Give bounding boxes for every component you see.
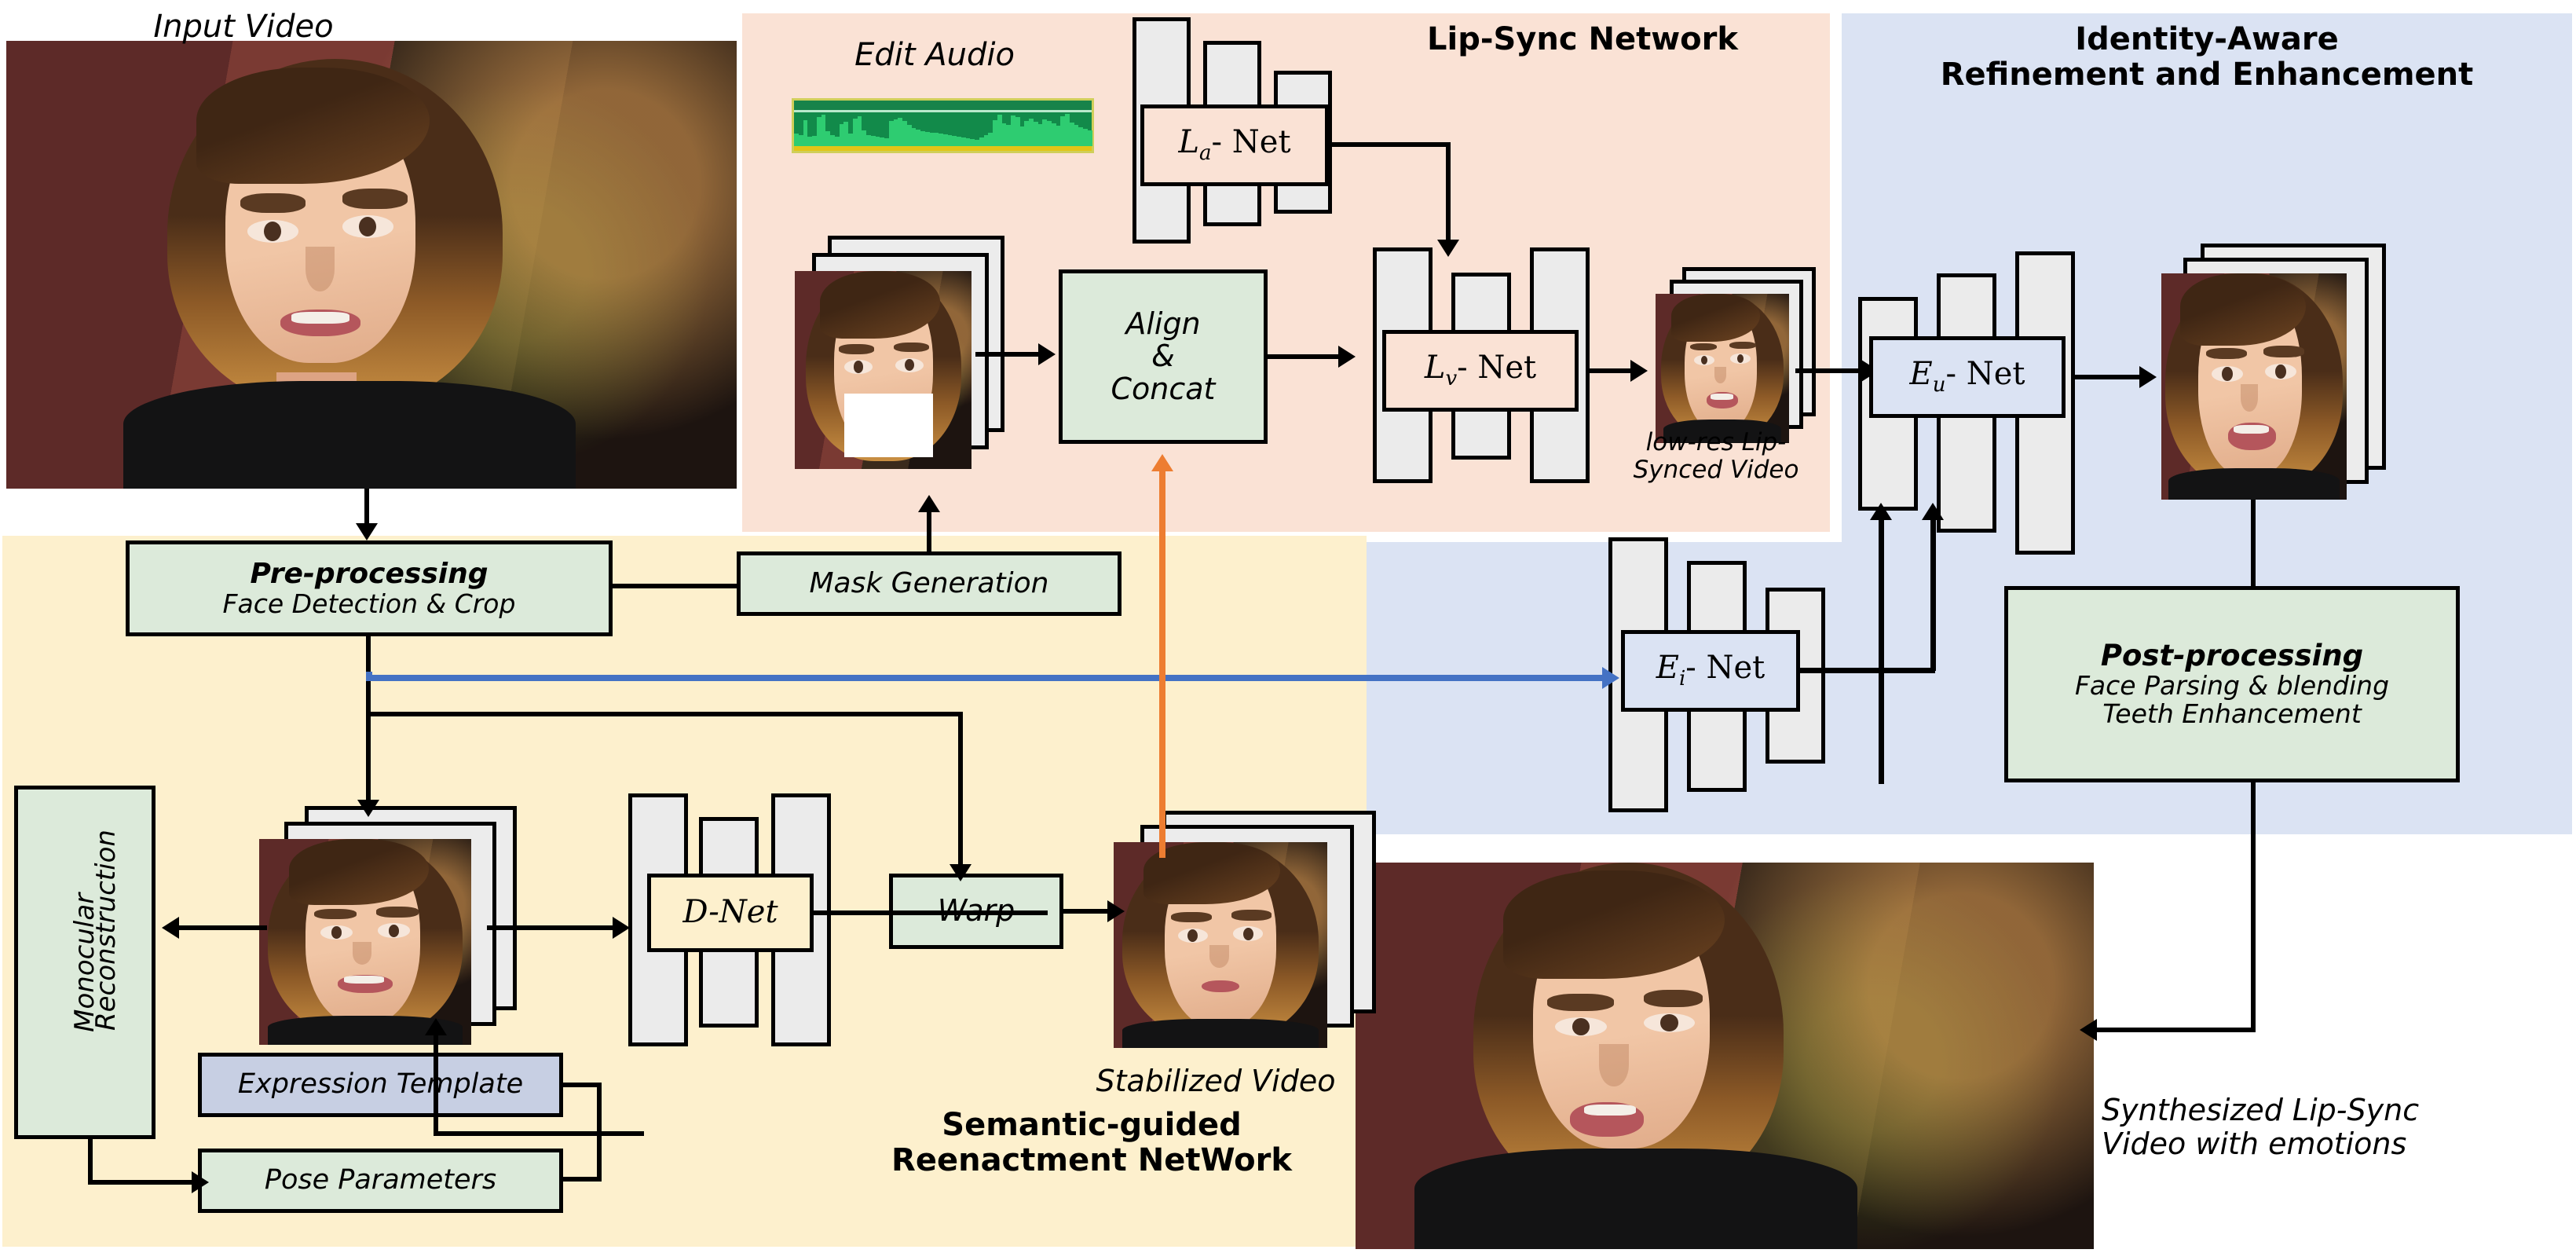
arrowhead-stabilized-input: [1107, 900, 1125, 922]
connector-reenact-bus-h: [366, 712, 963, 716]
arrowhead-dnet-bottom: [425, 1018, 447, 1035]
connector-preprocessing-down: [366, 636, 371, 806]
arrowhead-einet-into-eunet: [1922, 503, 1944, 520]
block-pose-parameters[interactable]: Pose Parameters: [198, 1149, 563, 1213]
block-lv-net[interactable]: Lv- Net: [1382, 330, 1579, 412]
arrowhead-eunet-riser: [1870, 503, 1892, 520]
connector-postprocessing-down: [2251, 782, 2256, 1032]
block-ei-net[interactable]: Ei- Net: [1621, 630, 1800, 712]
waveform-bottom-band: [794, 146, 1092, 151]
lowres-lipsynced-stack: [1656, 267, 1828, 448]
connector-pose-bracket: [563, 1177, 599, 1182]
connector-lanet-out-v: [1446, 142, 1451, 244]
audio-waveform: [792, 98, 1094, 153]
block-d-net[interactable]: D-Net: [647, 874, 814, 952]
connector-identity-branch-horizontal: [366, 675, 1607, 681]
connector-lowres-to-eunet: [1795, 368, 1866, 373]
arrowhead-lvnet-input: [1338, 346, 1356, 368]
arrowhead-masked-frames: [918, 495, 940, 512]
arrowhead-lanet-into-lvnet: [1437, 240, 1459, 257]
block-la-net[interactable]: La- Net: [1140, 104, 1329, 186]
arrowhead-identity-branch: [1602, 667, 1619, 689]
connector-frames-to-dnet: [487, 925, 619, 930]
refined-face-stack: [2161, 244, 2397, 503]
connector-monocular-to-pose-h: [88, 1180, 198, 1185]
label-monocular-reconstruction-line2: Reconstruction: [90, 830, 122, 1031]
connector-monocular-to-pose-v: [88, 1138, 93, 1185]
input-video-thumbnail: [6, 41, 737, 489]
connector-params-to-dnet-v: [434, 1032, 438, 1134]
caption-edit-audio: Edit Audio: [854, 37, 1015, 73]
connector-lvnet-to-lowres: [1590, 368, 1635, 373]
arrowhead-align-input: [1038, 343, 1056, 365]
caption-synthesized-video: Synthesized Lip-Sync Video with emotions: [2102, 1093, 2420, 1161]
panel-title-lip-sync: Lip-Sync Network: [1427, 21, 1738, 57]
arrowhead-lowres-input: [1630, 360, 1648, 382]
arrowhead-warp-top: [950, 864, 971, 881]
connector-eunet-to-output: [2075, 375, 2144, 379]
connector-stabilized-to-align-v: [1159, 471, 1165, 858]
connector-params-to-dnet-h: [434, 1131, 602, 1136]
connector-einet-out-v: [1930, 518, 1936, 671]
connector-expression-bracket: [563, 1083, 599, 1087]
stabilized-video-stack: [1114, 811, 1381, 1056]
cropped-frames-stack: [259, 806, 518, 1050]
connector-frames-to-monocular: [179, 925, 267, 930]
connector-align-to-lvnet: [1268, 354, 1343, 359]
arrowhead-pose-parameters: [192, 1171, 209, 1193]
connector-einet-out-h: [1800, 668, 1935, 673]
arrowhead-monocular-input: [162, 917, 179, 939]
connector-params-right-stub: [597, 1131, 644, 1136]
block-preprocessing[interactable]: Pre-processing Face Detection & Crop: [126, 540, 613, 636]
block-align-concat[interactable]: Align & Concat: [1059, 269, 1268, 444]
connector-refined-to-postprocessing: [2251, 500, 2256, 588]
synthesized-video-thumbnail: [1356, 863, 2094, 1249]
connector-dnet-to-warp: [814, 910, 1048, 915]
connector-mask-to-masked-frames: [927, 509, 931, 553]
connector-warp-to-stabilized: [1063, 909, 1112, 914]
block-expression-template[interactable]: Expression Template: [198, 1053, 563, 1117]
block-eu-net[interactable]: Eu- Net: [1869, 336, 2066, 418]
caption-input-video: Input Video: [153, 9, 334, 45]
waveform-bars: [794, 110, 1092, 147]
caption-stabilized-video: Stabilized Video: [1096, 1064, 1336, 1098]
arrowhead-refined-output: [2139, 366, 2157, 388]
block-monocular-reconstruction[interactable]: Monocular: [14, 786, 156, 1139]
arrowhead-align-orange: [1151, 454, 1173, 471]
arrowhead-source-frames: [357, 800, 379, 817]
connector-preprocessing-to-mask-h: [613, 584, 738, 588]
arrowhead-synthesized-video: [2080, 1019, 2097, 1041]
panel-title-identity: Identity-Aware Refinement and Enhancemen…: [1940, 21, 2474, 93]
connector-lanet-out-h: [1329, 142, 1451, 147]
connector-eunet-riser: [1879, 518, 1884, 784]
arrowhead-preprocessing: [356, 523, 378, 540]
diagram-canvas: Lip-Sync Network Identity-Aware Refineme…: [0, 0, 2576, 1253]
connector-bus-to-warp-v: [958, 817, 963, 870]
connector-masked-to-align: [975, 352, 1043, 357]
block-mask-generation[interactable]: Mask Generation: [737, 551, 1122, 616]
arrowhead-dnet-input: [613, 917, 630, 939]
caption-lowres-lipsynced: low-res Lip- Synced Video: [1633, 428, 1799, 484]
connector-postprocessing-to-synth-h: [2092, 1028, 2256, 1032]
block-postprocessing[interactable]: Post-processing Face Parsing & blending …: [2004, 586, 2460, 782]
panel-title-semantic: Semantic-guided Reenactment NetWork: [891, 1107, 1292, 1178]
